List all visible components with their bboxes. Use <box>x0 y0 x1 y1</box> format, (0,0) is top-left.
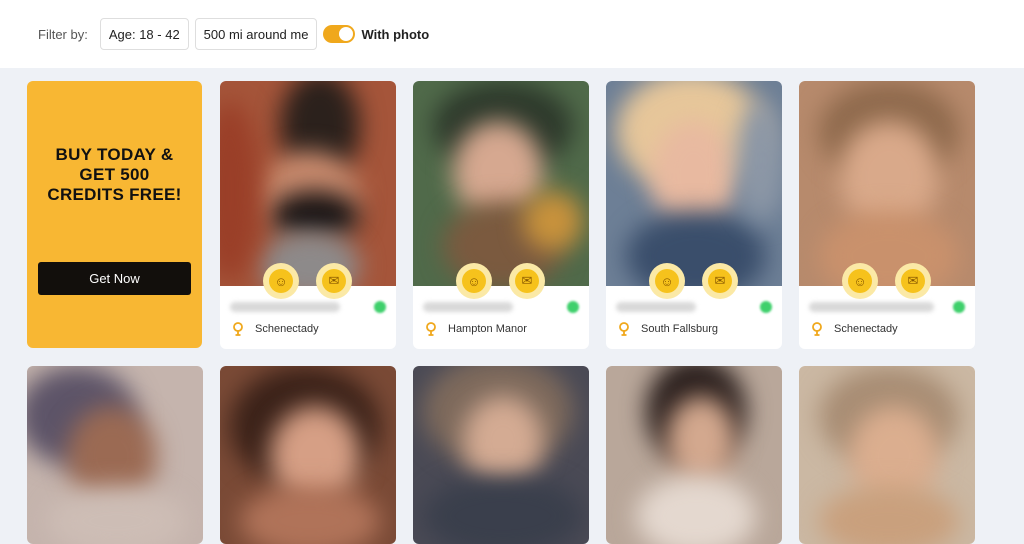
profile-photo[interactable] <box>606 81 782 286</box>
profile-name <box>423 299 579 315</box>
wink-icon: ☺ <box>269 269 293 293</box>
chat-button[interactable]: ✉ <box>509 263 545 299</box>
chat-icon: ✉ <box>901 269 925 293</box>
profile-photo[interactable] <box>799 366 975 544</box>
profile-card[interactable] <box>799 366 975 544</box>
profile-card[interactable] <box>413 366 589 544</box>
location-text: Hampton Manor <box>448 323 527 335</box>
location-row: Hampton Manor <box>424 321 527 337</box>
chat-icon: ✉ <box>708 269 732 293</box>
chat-icon: ✉ <box>322 269 346 293</box>
promo-title: BUY TODAY & GET 500 CREDITS FREE! <box>47 145 182 204</box>
profile-card[interactable] <box>606 366 782 544</box>
location-row: Schenectady <box>231 321 319 337</box>
wink-button[interactable]: ☺ <box>456 263 492 299</box>
location-pin-icon <box>233 322 243 336</box>
location-text: Schenectady <box>255 323 319 335</box>
profile-photo[interactable] <box>220 366 396 544</box>
wink-button[interactable]: ☺ <box>263 263 299 299</box>
profile-photo[interactable] <box>220 81 396 286</box>
online-indicator <box>953 301 965 313</box>
profile-name <box>616 299 772 315</box>
online-indicator <box>567 301 579 313</box>
profile-card[interactable]: ☺ ✉ South Fallsburg <box>606 81 782 349</box>
profile-photo[interactable] <box>413 81 589 286</box>
chat-button[interactable]: ✉ <box>702 263 738 299</box>
location-row: South Fallsburg <box>617 321 718 337</box>
profile-photo[interactable] <box>27 366 203 544</box>
promo-card: BUY TODAY & GET 500 CREDITS FREE! Get No… <box>27 81 202 348</box>
wink-icon: ☺ <box>462 269 486 293</box>
location-pin-icon <box>812 322 822 336</box>
profile-card[interactable] <box>27 366 203 544</box>
filter-label: Filter by: <box>38 26 88 42</box>
chat-icon: ✉ <box>515 269 539 293</box>
age-filter-chip[interactable]: Age: 18 - 42 <box>99 18 189 50</box>
toggle-knob <box>339 27 354 41</box>
wink-button[interactable]: ☺ <box>649 263 685 299</box>
with-photo-label: With photo <box>361 26 430 42</box>
with-photo-toggle[interactable] <box>323 25 356 43</box>
location-row: Schenectady <box>810 321 898 337</box>
wink-icon: ☺ <box>655 269 679 293</box>
profile-card[interactable] <box>220 366 396 544</box>
profile-card[interactable]: ☺ ✉ Schenectady <box>220 81 396 349</box>
get-now-button[interactable]: Get Now <box>38 262 191 295</box>
location-text: Schenectady <box>834 323 898 335</box>
profile-card[interactable]: ☺ ✉ Schenectady <box>799 81 975 349</box>
distance-filter-chip[interactable]: 500 mi around me <box>194 18 318 50</box>
location-text: South Fallsburg <box>641 323 719 335</box>
with-photo-filter[interactable]: With photo <box>323 25 429 43</box>
chat-button[interactable]: ✉ <box>316 263 352 299</box>
profile-photo[interactable] <box>799 81 975 286</box>
profile-photo[interactable] <box>606 366 782 544</box>
location-pin-icon <box>619 322 629 336</box>
online-indicator <box>374 301 386 313</box>
online-indicator <box>760 301 772 313</box>
location-pin-icon <box>426 322 436 336</box>
profile-name <box>230 299 386 315</box>
wink-icon: ☺ <box>848 269 872 293</box>
wink-button[interactable]: ☺ <box>842 263 878 299</box>
profile-photo[interactable] <box>413 366 589 544</box>
profile-card[interactable]: ☺ ✉ Hampton Manor <box>413 81 589 349</box>
chat-button[interactable]: ✉ <box>895 263 931 299</box>
filter-bar: Filter by: Age: 18 - 42 500 mi around me… <box>0 0 1024 68</box>
profile-name <box>809 299 965 315</box>
